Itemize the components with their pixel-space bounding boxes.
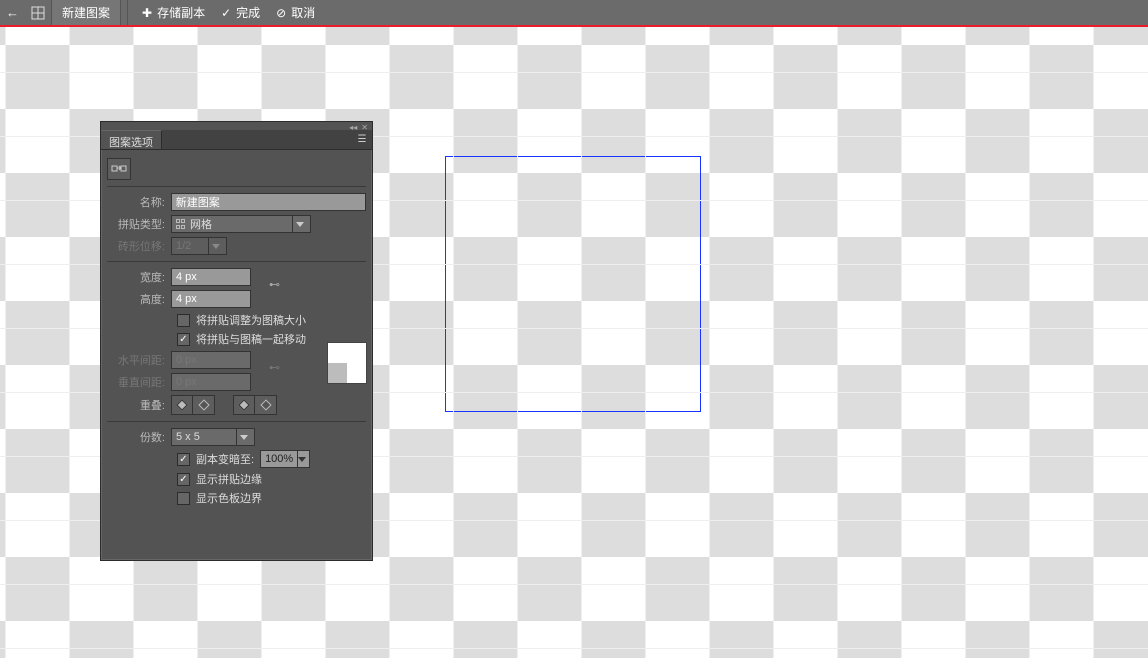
copies-row: 份数: 5 x 5 bbox=[107, 428, 366, 446]
dimmed-label: 副本变暗至: bbox=[196, 451, 254, 467]
overlap-top-front[interactable] bbox=[233, 395, 255, 415]
save-copy-button[interactable]: ✚ 存储副本 bbox=[134, 0, 213, 25]
overlap-bottom-front[interactable] bbox=[255, 395, 277, 415]
width-row: 宽度: 4 px ⊷ bbox=[107, 268, 366, 286]
move-with-art-label: 将拼贴与图稿一起移动 bbox=[196, 331, 306, 347]
back-arrow-icon: ← bbox=[6, 5, 19, 20]
pattern-options-panel: ◂◂ ✕ 图案选项 ☰ 名称: 新建图案 拼贴类型: bbox=[100, 121, 373, 561]
pattern-name-tab[interactable]: 新建图案 bbox=[51, 0, 121, 25]
plus-icon: ✚ bbox=[142, 6, 152, 20]
pattern-tile-bounds[interactable] bbox=[445, 156, 701, 412]
tile-type-select[interactable]: 网格 bbox=[171, 215, 311, 233]
show-swatch-bounds-checkbox[interactable] bbox=[177, 492, 190, 505]
resize-tile-row: 将拼贴调整为图稿大小 bbox=[177, 312, 366, 328]
pattern-name-tab-label: 新建图案 bbox=[62, 4, 110, 21]
pattern-edit-topbar: ← 新建图案 ✚ 存储副本 ✓ 完成 ⊘ 取消 bbox=[0, 0, 1148, 25]
pattern-tile-tool[interactable] bbox=[107, 158, 131, 180]
name-input[interactable]: 新建图案 bbox=[171, 193, 366, 211]
name-value: 新建图案 bbox=[176, 194, 220, 210]
topbar-separator bbox=[127, 0, 128, 25]
brick-offset-label: 砖形位移: bbox=[107, 238, 165, 254]
tile-type-value: 网格 bbox=[190, 216, 212, 232]
move-with-art-checkbox[interactable]: ✓ bbox=[177, 333, 190, 346]
brick-offset-row: 砖形位移: 1/2 bbox=[107, 237, 366, 255]
resize-tile-checkbox[interactable] bbox=[177, 314, 190, 327]
h-spacing-value: 0 px bbox=[176, 354, 197, 366]
resize-tile-label: 将拼贴调整为图稿大小 bbox=[196, 312, 306, 328]
back-button[interactable]: ← bbox=[0, 0, 25, 25]
panel-body: 名称: 新建图案 拼贴类型: 网格 砖形位移: 1/2 bbox=[101, 150, 372, 517]
h-spacing-label: 水平间距: bbox=[107, 352, 165, 368]
show-tile-edge-checkbox[interactable]: ✓ bbox=[177, 473, 190, 486]
brick-offset-select: 1/2 bbox=[171, 237, 227, 255]
panel-drag-handle[interactable]: ◂◂ ✕ bbox=[101, 122, 372, 130]
h-spacing-input: 0 px bbox=[171, 351, 251, 369]
show-tile-edge-row: ✓ 显示拼贴边缘 bbox=[177, 471, 366, 487]
height-input[interactable]: 4 px bbox=[171, 290, 251, 308]
height-value: 4 px bbox=[176, 293, 197, 305]
tile-type-row: 拼贴类型: 网格 bbox=[107, 215, 366, 233]
name-row: 名称: 新建图案 bbox=[107, 193, 366, 211]
show-swatch-bounds-row: 显示色板边界 bbox=[177, 490, 366, 506]
pattern-options-tab-label: 图案选项 bbox=[109, 137, 153, 149]
collapse-icon[interactable]: ◂◂ bbox=[349, 123, 357, 132]
dimmed-select[interactable]: 100% bbox=[260, 450, 310, 468]
tile-type-label: 拼贴类型: bbox=[107, 216, 165, 232]
overlap-left-front[interactable] bbox=[171, 395, 193, 415]
copies-value: 5 x 5 bbox=[176, 431, 200, 443]
copies-select[interactable]: 5 x 5 bbox=[171, 428, 255, 446]
pattern-mode-icon[interactable] bbox=[25, 0, 51, 25]
check-icon: ✓ bbox=[221, 6, 231, 20]
divider bbox=[107, 261, 366, 262]
v-spacing-label: 垂直间距: bbox=[107, 374, 165, 390]
name-label: 名称: bbox=[107, 194, 165, 210]
overlap-right-front[interactable] bbox=[193, 395, 215, 415]
show-tile-edge-label: 显示拼贴边缘 bbox=[196, 471, 262, 487]
panel-tabs: 图案选项 ☰ bbox=[101, 130, 372, 150]
chevron-down-icon bbox=[297, 451, 306, 467]
divider bbox=[107, 186, 366, 187]
save-copy-label: 存储副本 bbox=[157, 4, 205, 21]
width-label: 宽度: bbox=[107, 269, 165, 285]
done-button[interactable]: ✓ 完成 bbox=[213, 0, 268, 25]
overlap-v-group bbox=[233, 395, 277, 415]
pattern-options-tab[interactable]: 图案选项 bbox=[101, 130, 162, 149]
copies-label: 份数: bbox=[107, 429, 165, 445]
done-label: 完成 bbox=[236, 4, 260, 21]
v-spacing-value: 0 px bbox=[176, 376, 197, 388]
chevron-down-icon bbox=[208, 238, 222, 254]
dimmed-checkbox[interactable]: ✓ bbox=[177, 453, 190, 466]
brick-offset-value: 1/2 bbox=[176, 240, 191, 252]
overlap-label: 重叠: bbox=[107, 397, 165, 413]
chevron-down-icon bbox=[236, 429, 250, 445]
height-row: 高度: 4 px bbox=[107, 290, 366, 308]
width-value: 4 px bbox=[176, 271, 197, 283]
cancel-label: 取消 bbox=[291, 4, 315, 21]
v-spacing-row: 垂直间距: 0 px bbox=[107, 373, 366, 391]
chevron-down-icon bbox=[292, 216, 306, 232]
width-input[interactable]: 4 px bbox=[171, 268, 251, 286]
overlap-row: 重叠: bbox=[107, 395, 366, 415]
panel-flyout-menu[interactable]: ☰ bbox=[352, 130, 372, 149]
v-spacing-input: 0 px bbox=[171, 373, 251, 391]
dimmed-value: 100% bbox=[265, 453, 293, 465]
show-swatch-bounds-label: 显示色板边界 bbox=[196, 490, 262, 506]
height-label: 高度: bbox=[107, 291, 165, 307]
overlap-h-group bbox=[171, 395, 215, 415]
divider bbox=[107, 421, 366, 422]
cancel-icon: ⊘ bbox=[276, 6, 286, 20]
dimmed-row: ✓ 副本变暗至: 100% bbox=[177, 450, 366, 468]
grid-type-icon bbox=[176, 219, 186, 229]
cancel-button[interactable]: ⊘ 取消 bbox=[268, 0, 323, 25]
close-panel-icon[interactable]: ✕ bbox=[361, 123, 368, 132]
h-spacing-row: 水平间距: 0 px ⊷ bbox=[107, 351, 366, 369]
pattern-grid-icon bbox=[31, 6, 45, 20]
